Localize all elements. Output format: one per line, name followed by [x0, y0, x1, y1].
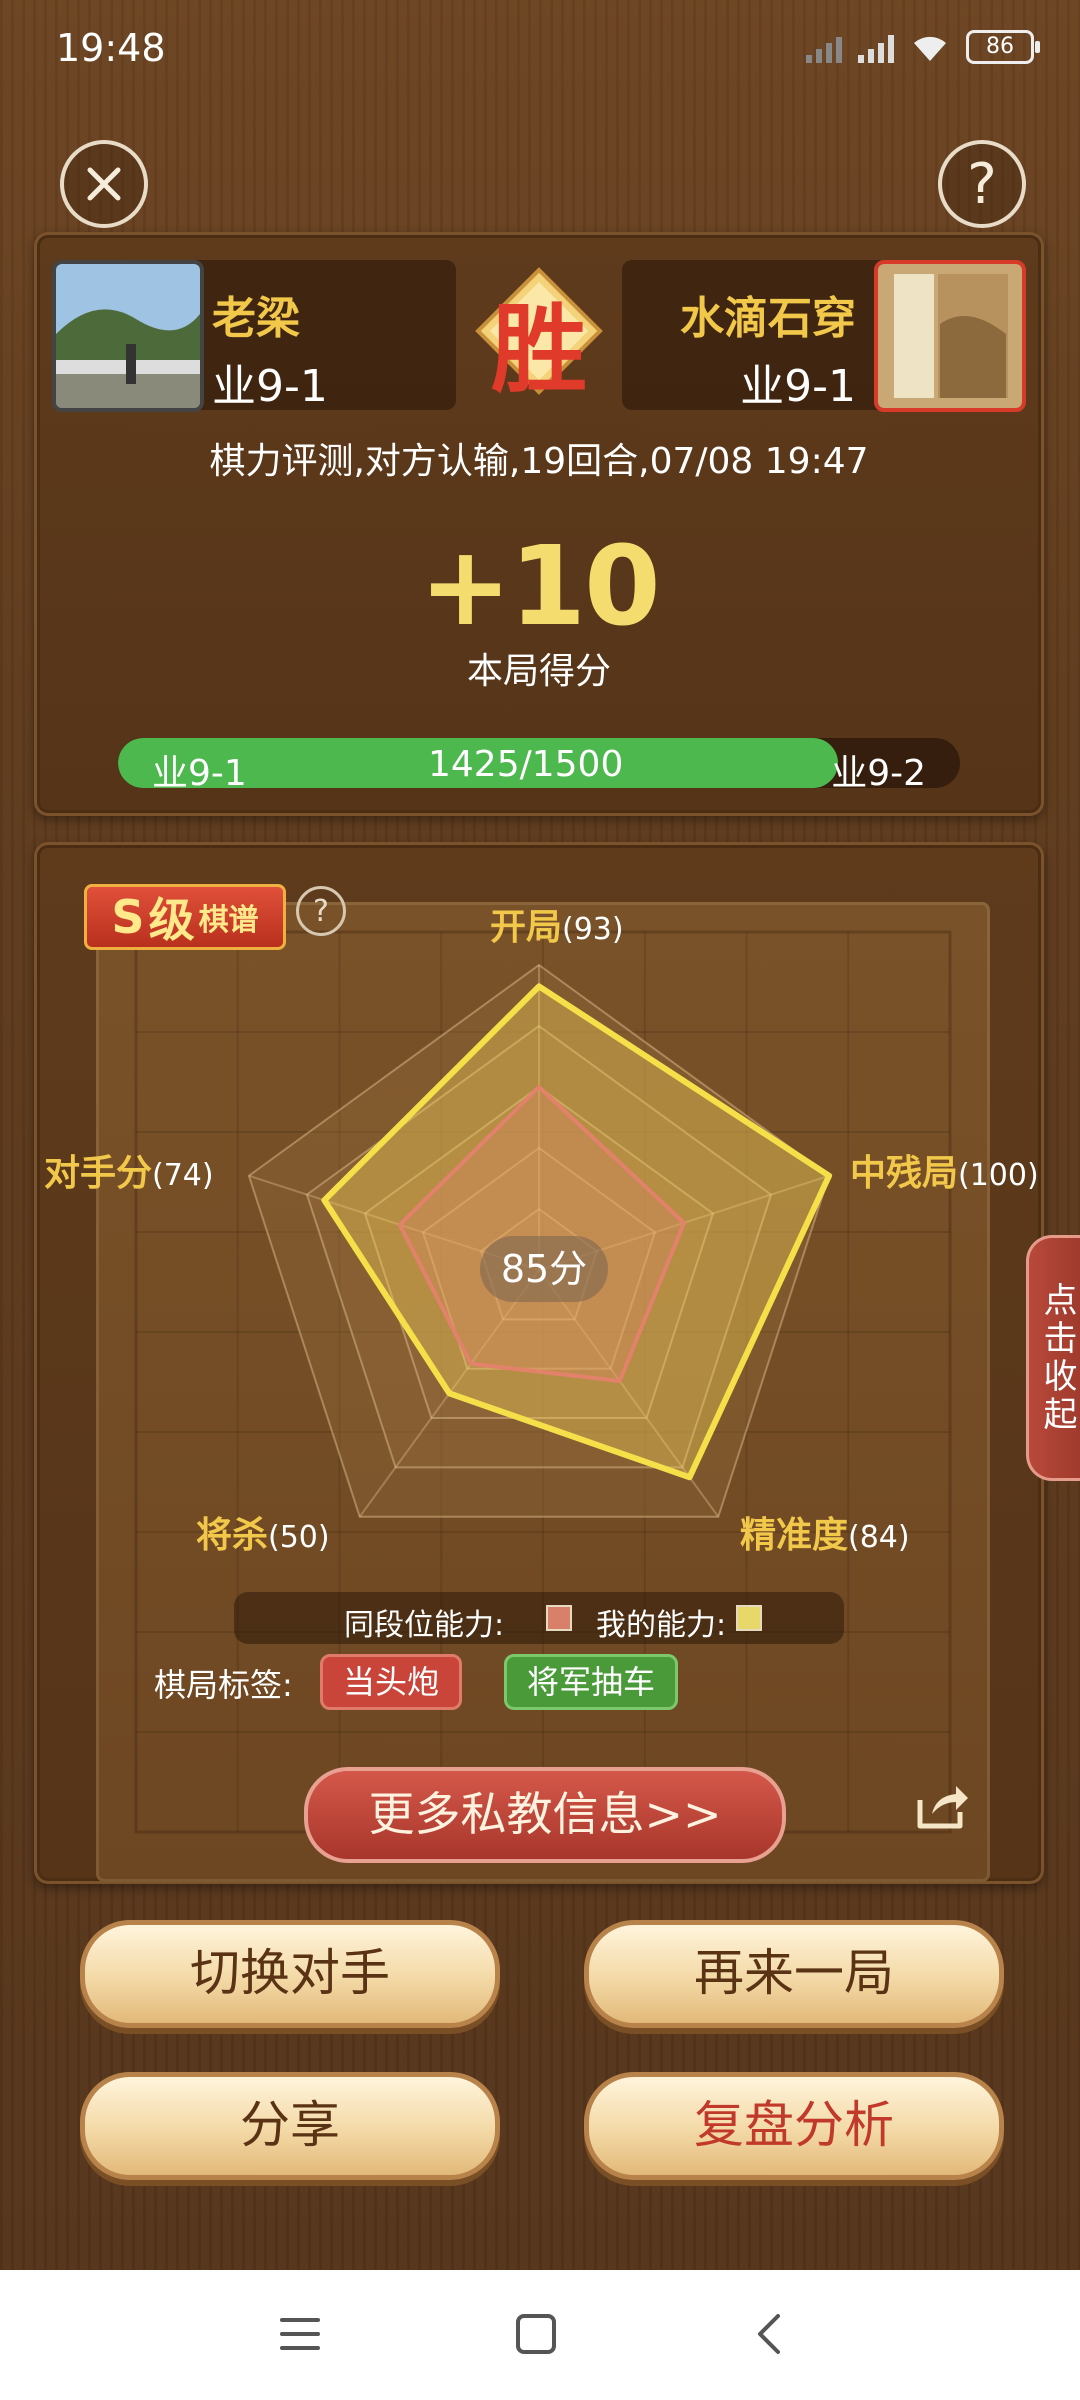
- analysis-panel: S 级 棋谱 ? 开局(93) 中残局(100) 精准度(84) 将杀(50) …: [34, 842, 1044, 1884]
- back-icon[interactable]: [754, 2312, 784, 2356]
- close-button[interactable]: [60, 140, 148, 228]
- home-icon[interactable]: [514, 2312, 558, 2356]
- win-badge: 胜: [474, 266, 604, 406]
- axis-label-checkmate: 将杀(50): [196, 1506, 330, 1558]
- player-left: 老梁 业9-1: [52, 260, 456, 412]
- player-right: 水滴石穿 业9-1: [622, 260, 1026, 412]
- legend-mine-label: 我的能力:: [596, 1608, 727, 1643]
- share-icon[interactable]: [914, 1782, 970, 1832]
- result-card: 老梁 业9-1 胜 水滴石穿 业9-1 棋力评测,对方认输,19回合,07/08…: [34, 232, 1044, 816]
- avatar-left[interactable]: [52, 260, 204, 412]
- rank-progress-bar: 业9-1 1425/1500 业9-2: [118, 738, 960, 788]
- tag-chip-1: 当头炮: [320, 1654, 463, 1710]
- system-nav-bar: [0, 2270, 1080, 2400]
- legend-peer-label: 同段位能力:: [344, 1608, 505, 1643]
- player-left-name: 老梁: [212, 293, 300, 344]
- avatar-right[interactable]: [874, 260, 1026, 412]
- overall-score: 85分: [480, 1236, 608, 1302]
- progress-next-rank: 业9-2: [831, 753, 926, 788]
- close-icon: [87, 167, 121, 201]
- question-icon: ?: [967, 151, 997, 217]
- legend-mine-swatch: [736, 1605, 762, 1631]
- legend-peer-swatch: [546, 1605, 572, 1631]
- signal-icon: [806, 31, 842, 63]
- axis-opponent-name: 对手分: [44, 1153, 153, 1194]
- axis-accuracy-name: 精准度: [740, 1515, 849, 1556]
- axis-label-middle-end: 中残局(100): [850, 1144, 1039, 1196]
- switch-opponent-button[interactable]: 切换对手: [80, 1920, 500, 2028]
- score-label: 本局得分: [466, 651, 611, 692]
- win-text: 胜: [491, 293, 587, 406]
- share-button[interactable]: 分享: [80, 2072, 500, 2180]
- play-again-button[interactable]: 再来一局: [584, 1920, 1004, 2028]
- axis-opening-name: 开局: [490, 907, 563, 948]
- progress-current-rank: 业9-1: [152, 753, 247, 788]
- axis-middle-end-name: 中残局: [850, 1153, 959, 1194]
- player-right-name: 水滴石穿: [680, 293, 856, 344]
- progress-points: 1425/1500: [428, 744, 624, 785]
- tags-label: 棋局标签:: [154, 1666, 293, 1704]
- more-coaching-button[interactable]: 更多私教信息>>: [304, 1767, 786, 1863]
- status-time: 19:48: [56, 26, 166, 70]
- wifi-icon: [914, 36, 946, 61]
- axis-label-opponent: 对手分(74): [44, 1144, 214, 1196]
- player-right-rank: 业9-1: [740, 361, 856, 412]
- axis-checkmate-name: 将杀: [196, 1515, 269, 1556]
- battery-icon: 86: [966, 30, 1040, 64]
- status-bar: 19:48 86: [0, 0, 1080, 100]
- collapse-tab[interactable]: 点击收起: [1026, 1235, 1080, 1481]
- game-meta: 棋力评测,对方认输,19回合,07/08 19:47: [209, 441, 869, 482]
- radar-legend: 同段位能力: 我的能力:: [234, 1592, 844, 1644]
- help-button[interactable]: ?: [938, 140, 1026, 228]
- avatar-left-image: [56, 264, 200, 408]
- axis-label-opening: 开局(93): [490, 898, 624, 950]
- signal-hd-icon: [858, 31, 894, 63]
- score-value: +10: [419, 522, 660, 650]
- axis-checkmate-value: (50): [268, 1520, 330, 1555]
- avatar-right-image: [878, 264, 1022, 408]
- axis-label-accuracy: 精准度(84): [740, 1506, 910, 1558]
- axis-middle-end-value: (100): [958, 1158, 1039, 1193]
- tag-chip-2: 将军抽车: [504, 1654, 679, 1710]
- menu-icon[interactable]: [278, 2314, 322, 2354]
- player-left-rank: 业9-1: [212, 361, 328, 412]
- axis-opening-value: (93): [562, 912, 624, 947]
- status-icons: 86: [806, 30, 1040, 64]
- axis-opponent-value: (74): [152, 1158, 214, 1193]
- radar-chart: [247, 963, 833, 1518]
- axis-accuracy-value: (84): [848, 1520, 910, 1555]
- review-analysis-button[interactable]: 复盘分析: [584, 2072, 1004, 2180]
